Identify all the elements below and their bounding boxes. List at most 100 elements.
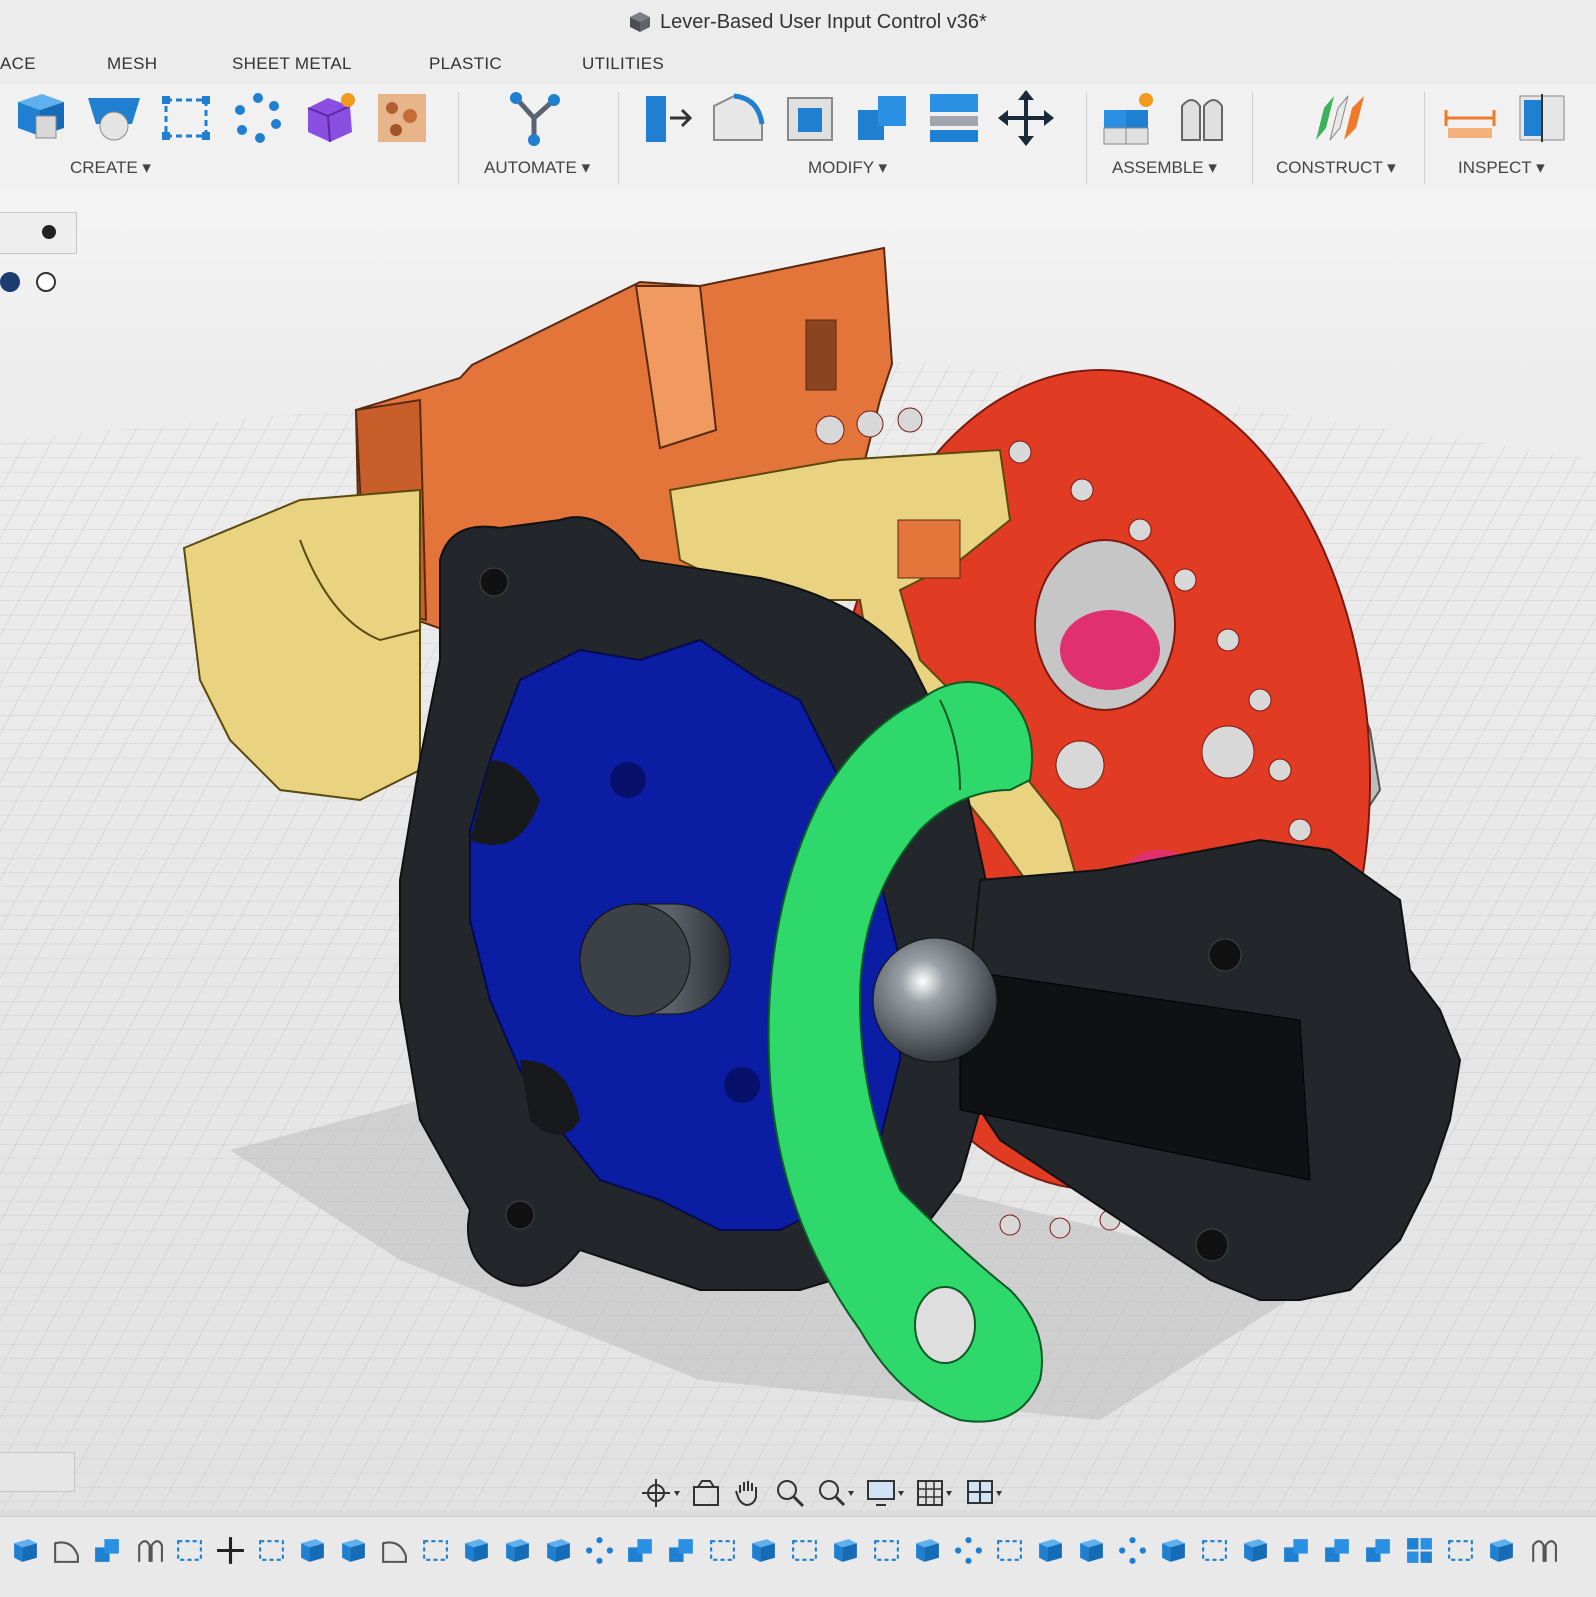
title-bar: Lever-Based User Input Control v36*: [0, 0, 1596, 44]
inspect-group: INSPECT ▾: [1440, 84, 1596, 190]
move-copy-icon[interactable]: [996, 88, 1056, 148]
timeline-pattern-icon[interactable]: [584, 1535, 615, 1566]
ribbon-divider: [618, 92, 619, 184]
document-cube-icon: [630, 12, 650, 32]
timeline-extrude-icon[interactable]: [1240, 1535, 1271, 1566]
timeline-extrude-icon[interactable]: [461, 1535, 492, 1566]
timeline-sketch-icon[interactable]: [420, 1535, 451, 1566]
tab-utilities[interactable]: UTILITIES: [582, 54, 664, 74]
ribbon-divider: [1086, 92, 1087, 184]
timeline-sketch-icon[interactable]: [994, 1535, 1025, 1566]
ribbon-divider: [1252, 92, 1253, 184]
joint-icon[interactable]: [1172, 88, 1232, 148]
orbit-icon[interactable]: [640, 1477, 680, 1509]
sketch-rectangle-icon[interactable]: [156, 88, 216, 148]
timeline-pattern-icon[interactable]: [953, 1535, 984, 1566]
create-menu[interactable]: CREATE ▾: [70, 158, 151, 178]
radio-icon[interactable]: [36, 272, 56, 292]
ribbon-divider: [458, 92, 459, 184]
browser-row: [0, 268, 70, 296]
timeline-extrude-icon[interactable]: [543, 1535, 574, 1566]
collapse-icon[interactable]: [42, 225, 56, 239]
modify-menu[interactable]: MODIFY ▾: [808, 158, 887, 178]
timeline-joint-icon[interactable]: [133, 1535, 164, 1566]
timeline-sketch-icon[interactable]: [174, 1535, 205, 1566]
timeline-extrude-icon[interactable]: [748, 1535, 779, 1566]
shell-icon[interactable]: [780, 88, 840, 148]
timeline-extrude-icon[interactable]: [1158, 1535, 1189, 1566]
combine-icon[interactable]: [852, 88, 912, 148]
construct-menu[interactable]: CONSTRUCT ▾: [1276, 158, 1396, 178]
window-title: Lever-Based User Input Control v36*: [660, 10, 987, 33]
timeline-combine-icon[interactable]: [1363, 1535, 1394, 1566]
automate-icon[interactable]: [504, 88, 564, 148]
tab-sheet-metal[interactable]: SHEET METAL: [232, 54, 352, 74]
extrude-icon[interactable]: [12, 88, 72, 148]
timeline-combine-icon[interactable]: [1281, 1535, 1312, 1566]
timeline: [0, 1516, 1596, 1597]
create-form-icon[interactable]: [300, 88, 360, 148]
timeline-extrude-icon[interactable]: [297, 1535, 328, 1566]
user-badge-icon[interactable]: [0, 272, 20, 292]
automate-menu[interactable]: AUTOMATE ▾: [484, 158, 590, 178]
timeline-fillet-icon[interactable]: [379, 1535, 410, 1566]
timeline-extrude-icon[interactable]: [1035, 1535, 1066, 1566]
timeline-extrude-icon[interactable]: [1076, 1535, 1107, 1566]
pan-icon[interactable]: [732, 1477, 764, 1509]
timeline-component-icon[interactable]: [1404, 1535, 1435, 1566]
tab-surface[interactable]: ACE: [0, 54, 36, 74]
timeline-combine-icon[interactable]: [666, 1535, 697, 1566]
inspect-menu[interactable]: INSPECT ▾: [1458, 158, 1545, 178]
look-at-icon[interactable]: [690, 1477, 722, 1509]
display-settings-icon[interactable]: [866, 1477, 906, 1509]
assemble-menu[interactable]: ASSEMBLE ▾: [1112, 158, 1217, 178]
timeline-joint-icon[interactable]: [1527, 1535, 1558, 1566]
fillet-icon[interactable]: [708, 88, 768, 148]
timeline-features: [10, 1535, 1558, 1566]
comments-panel[interactable]: [0, 1452, 75, 1492]
tab-mesh[interactable]: MESH: [107, 54, 157, 74]
timeline-fillet-icon[interactable]: [51, 1535, 82, 1566]
canvas-viewport[interactable]: [0, 190, 1596, 1510]
fit-icon[interactable]: [816, 1477, 856, 1509]
browser-panel[interactable]: [0, 212, 77, 254]
timeline-move-icon[interactable]: [215, 1535, 246, 1566]
construct-group: CONSTRUCT ▾: [1268, 84, 1418, 190]
automate-group: AUTOMATE ▾: [474, 84, 614, 190]
timeline-sketch-icon[interactable]: [1445, 1535, 1476, 1566]
assemble-group: ASSEMBLE ▾: [1100, 84, 1250, 190]
timeline-extrude-icon[interactable]: [1486, 1535, 1517, 1566]
grid-settings-icon[interactable]: [916, 1477, 956, 1509]
tab-plastic[interactable]: PLASTIC: [429, 54, 502, 74]
timeline-sketch-icon[interactable]: [789, 1535, 820, 1566]
timeline-pattern-icon[interactable]: [1117, 1535, 1148, 1566]
press-pull-icon[interactable]: [636, 88, 696, 148]
insert-mesh-icon[interactable]: [372, 88, 432, 148]
viewports-icon[interactable]: [966, 1477, 1006, 1509]
modify-group: MODIFY ▾: [636, 84, 1076, 190]
timeline-combine-icon[interactable]: [92, 1535, 123, 1566]
offset-plane-icon[interactable]: [1310, 88, 1370, 148]
timeline-extrude-icon[interactable]: [830, 1535, 861, 1566]
timeline-extrude-icon[interactable]: [912, 1535, 943, 1566]
new-component-icon[interactable]: [1100, 88, 1160, 148]
steel-ball: [872, 937, 998, 1063]
timeline-sketch-icon[interactable]: [871, 1535, 902, 1566]
create-group: CREATE ▾: [12, 84, 452, 190]
timeline-sketch-icon[interactable]: [1199, 1535, 1230, 1566]
revolve-icon[interactable]: [84, 88, 144, 148]
section-analysis-icon[interactable]: [1512, 88, 1572, 148]
measure-icon[interactable]: [1440, 88, 1500, 148]
timeline-sketch-icon[interactable]: [707, 1535, 738, 1566]
timeline-extrude-icon[interactable]: [338, 1535, 369, 1566]
timeline-combine-icon[interactable]: [625, 1535, 656, 1566]
toolbar-ribbon: CREATE ▾ AUTOMATE ▾ MODIFY ▾ ASSEMBLE ▾ …: [0, 84, 1596, 191]
circular-pattern-icon[interactable]: [228, 88, 288, 148]
zoom-icon[interactable]: [774, 1477, 806, 1509]
timeline-extrude-icon[interactable]: [10, 1535, 41, 1566]
timeline-combine-icon[interactable]: [1322, 1535, 1353, 1566]
split-body-icon[interactable]: [924, 88, 984, 148]
timeline-extrude-icon[interactable]: [502, 1535, 533, 1566]
workspace-tabs: ACE MESH SHEET METAL PLASTIC UTILITIES: [0, 44, 1596, 84]
timeline-sketch-icon[interactable]: [256, 1535, 287, 1566]
